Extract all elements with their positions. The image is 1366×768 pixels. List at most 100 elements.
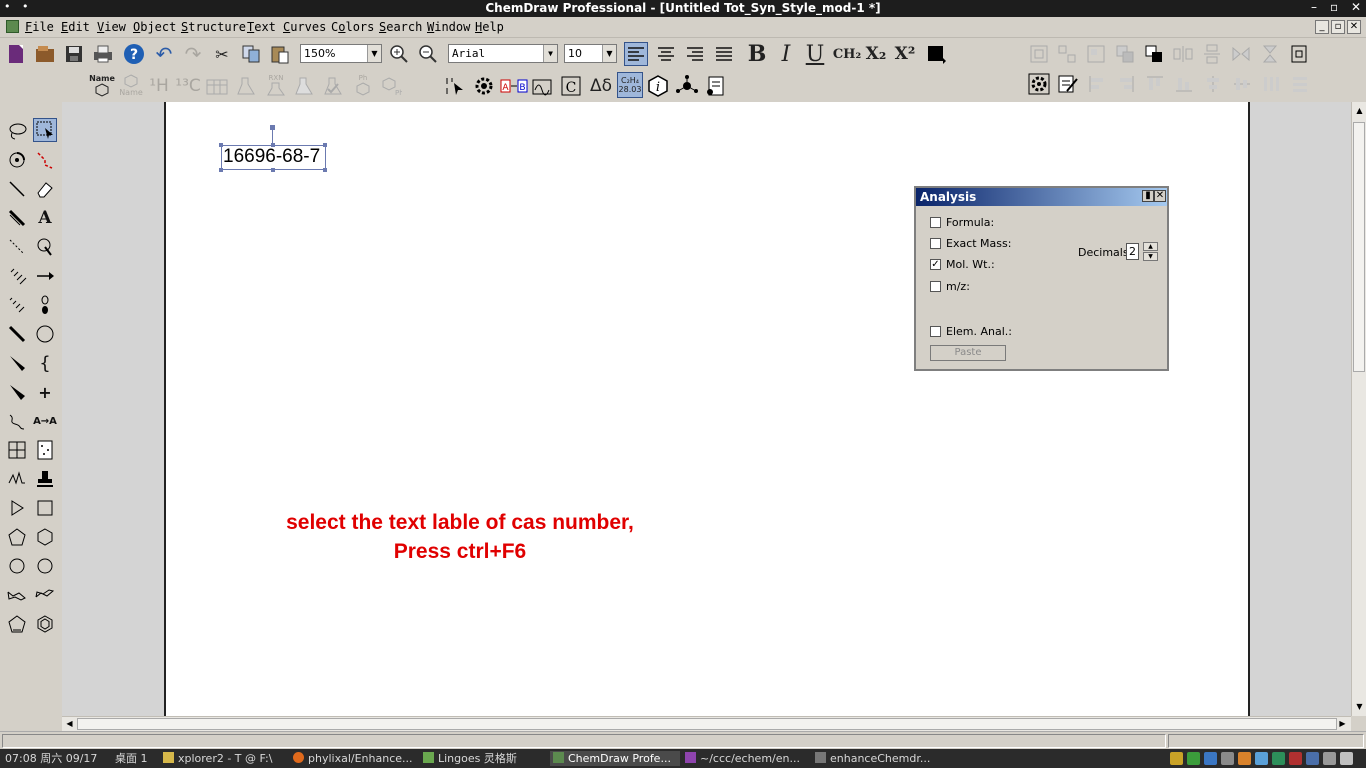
horizontal-scroll-thumb[interactable] bbox=[77, 718, 1337, 730]
bring-forward-icon[interactable] bbox=[1113, 42, 1137, 66]
stamp-icon[interactable] bbox=[33, 467, 57, 491]
group-icon[interactable] bbox=[1027, 42, 1051, 66]
taskbar-item-xplorer[interactable]: xplorer2 - T @ F:\ bbox=[160, 751, 288, 766]
menu-view[interactable]: View bbox=[97, 20, 126, 34]
selection-handle[interactable] bbox=[219, 143, 223, 147]
spin-down-icon[interactable]: ▼ bbox=[1143, 252, 1158, 261]
distribute-rows-icon[interactable] bbox=[1288, 72, 1312, 96]
gear-icon[interactable] bbox=[1027, 72, 1051, 96]
menu-window[interactable]: Window bbox=[427, 20, 470, 34]
tray-icon[interactable] bbox=[1187, 752, 1200, 765]
zoom-select[interactable]: 150% ▼ bbox=[300, 44, 382, 63]
menu-object[interactable]: Object bbox=[133, 20, 176, 34]
structure-perspective-icon[interactable] bbox=[5, 148, 29, 172]
mass-fragmentation-icon[interactable] bbox=[33, 148, 57, 172]
reaction-atom-map-button[interactable]: AB bbox=[500, 74, 528, 98]
tray-icon[interactable] bbox=[1238, 752, 1251, 765]
menu-structure[interactable]: Structure bbox=[181, 20, 246, 34]
document-icon[interactable] bbox=[6, 20, 19, 33]
analysis-title[interactable]: Analysis bbox=[916, 188, 1167, 206]
wedged-hashed-icon[interactable] bbox=[5, 380, 29, 404]
tray-icon[interactable] bbox=[1170, 752, 1183, 765]
mz-checkbox[interactable]: m/z: bbox=[930, 279, 970, 293]
pen-icon[interactable] bbox=[33, 235, 57, 259]
font-select[interactable]: Arial ▼ bbox=[448, 44, 558, 63]
structure-to-name-button[interactable]: Name bbox=[118, 72, 144, 98]
subscript-button[interactable]: X₂ bbox=[864, 42, 888, 66]
maximize-button[interactable]: ▫ bbox=[1330, 0, 1338, 14]
tray-icon[interactable] bbox=[1221, 752, 1234, 765]
paste-button[interactable]: Paste bbox=[930, 345, 1006, 361]
eraser-icon[interactable] bbox=[33, 177, 57, 201]
close-button[interactable]: ✕ bbox=[1351, 0, 1361, 14]
selection-handle[interactable] bbox=[271, 168, 275, 172]
tray-icon[interactable] bbox=[1289, 752, 1302, 765]
cas-number-label[interactable]: 16696-68-7 bbox=[221, 145, 326, 170]
open-icon[interactable] bbox=[33, 42, 57, 66]
align-left-objects-icon[interactable] bbox=[1085, 72, 1109, 96]
bracket-icon[interactable]: { bbox=[33, 351, 57, 375]
formula-style-button[interactable]: CH₂ bbox=[832, 42, 862, 66]
paste-icon[interactable] bbox=[268, 42, 292, 66]
bold-button[interactable]: B bbox=[745, 41, 769, 67]
arrow-icon[interactable] bbox=[33, 264, 57, 288]
c-nmr-prediction-button[interactable]: C bbox=[559, 74, 583, 98]
table-icon[interactable] bbox=[5, 438, 29, 462]
atom-map-tool[interactable]: A→A bbox=[31, 409, 59, 433]
hashed-bond-icon[interactable] bbox=[5, 264, 29, 288]
zoom-out-icon[interactable] bbox=[416, 42, 440, 66]
font-size-select[interactable]: 10 ▼ bbox=[564, 44, 617, 63]
phenyl-button[interactable]: Ph bbox=[350, 72, 376, 98]
flask-icon[interactable] bbox=[234, 74, 258, 98]
distribute-horizontal-icon[interactable] bbox=[1171, 42, 1195, 66]
new-document-icon[interactable] bbox=[4, 42, 28, 66]
save-icon[interactable] bbox=[62, 42, 86, 66]
flip-horizontal-icon[interactable] bbox=[1229, 42, 1253, 66]
taskbar-desktop[interactable]: 桌面 1 bbox=[112, 751, 156, 766]
selection-handle[interactable] bbox=[323, 168, 327, 172]
taskbar-item-lingoes[interactable]: Lingoes 灵格斯 bbox=[420, 751, 548, 766]
menu-file[interactable]: File bbox=[25, 20, 54, 34]
molecule-model-icon[interactable] bbox=[675, 74, 699, 98]
distribute-vertical-icon[interactable] bbox=[1200, 42, 1224, 66]
reaction-button[interactable]: RXN bbox=[263, 72, 289, 98]
info-icon[interactable]: i bbox=[646, 74, 670, 98]
color-swatch-icon[interactable] bbox=[924, 42, 948, 66]
underline-button[interactable]: U bbox=[803, 42, 827, 67]
phenyl-ring-icon[interactable]: Ph bbox=[379, 74, 403, 98]
circle-icon[interactable] bbox=[33, 322, 57, 346]
h-nmr-icon[interactable]: ¹H bbox=[147, 74, 171, 98]
doc-restore-button[interactable]: ▫ bbox=[1331, 20, 1345, 34]
checkbox-box[interactable] bbox=[930, 216, 941, 228]
flip-vertical-icon[interactable] bbox=[1258, 42, 1282, 66]
exact-mass-checkbox[interactable]: Exact Mass: bbox=[930, 236, 1011, 250]
align-hcenter-objects-icon[interactable] bbox=[1230, 72, 1254, 96]
cut-icon[interactable]: ✂ bbox=[210, 42, 234, 66]
selection-handle[interactable] bbox=[323, 143, 327, 147]
selection-handle[interactable] bbox=[271, 143, 275, 147]
scroll-down-icon[interactable]: ▼ bbox=[1353, 700, 1366, 713]
tlc-plate-icon[interactable] bbox=[33, 438, 57, 462]
ungroup-icon[interactable] bbox=[1055, 42, 1079, 66]
align-top-objects-icon[interactable] bbox=[1143, 72, 1167, 96]
vertical-scroll-thumb[interactable] bbox=[1353, 122, 1365, 372]
chair-conformation-icon[interactable] bbox=[5, 583, 29, 607]
check-flask-icon[interactable] bbox=[321, 74, 345, 98]
selection-handle[interactable] bbox=[219, 168, 223, 172]
tray-icon[interactable] bbox=[1204, 752, 1217, 765]
benzene-icon[interactable] bbox=[33, 612, 57, 636]
doc-close-button[interactable]: ✕ bbox=[1347, 20, 1361, 34]
align-justify-icon[interactable] bbox=[712, 42, 736, 66]
elem-anal-checkbox[interactable]: Elem. Anal.: bbox=[930, 324, 1012, 338]
help-icon[interactable]: ? bbox=[122, 42, 146, 66]
edit-document-icon[interactable] bbox=[1056, 72, 1080, 96]
pentagon-icon[interactable] bbox=[5, 525, 29, 549]
wavy-bond-icon[interactable] bbox=[5, 409, 29, 433]
spectrum-signal-icon[interactable] bbox=[530, 74, 554, 98]
tray-icon[interactable] bbox=[1340, 752, 1353, 765]
c-nmr-icon[interactable]: ¹³C bbox=[175, 74, 201, 98]
chevron-down-icon[interactable]: ▼ bbox=[367, 45, 381, 62]
select-structure-icon[interactable] bbox=[443, 74, 467, 98]
minimize-button[interactable]: – bbox=[1311, 0, 1317, 14]
vertical-scrollbar[interactable]: ▲ ▼ bbox=[1351, 102, 1366, 716]
